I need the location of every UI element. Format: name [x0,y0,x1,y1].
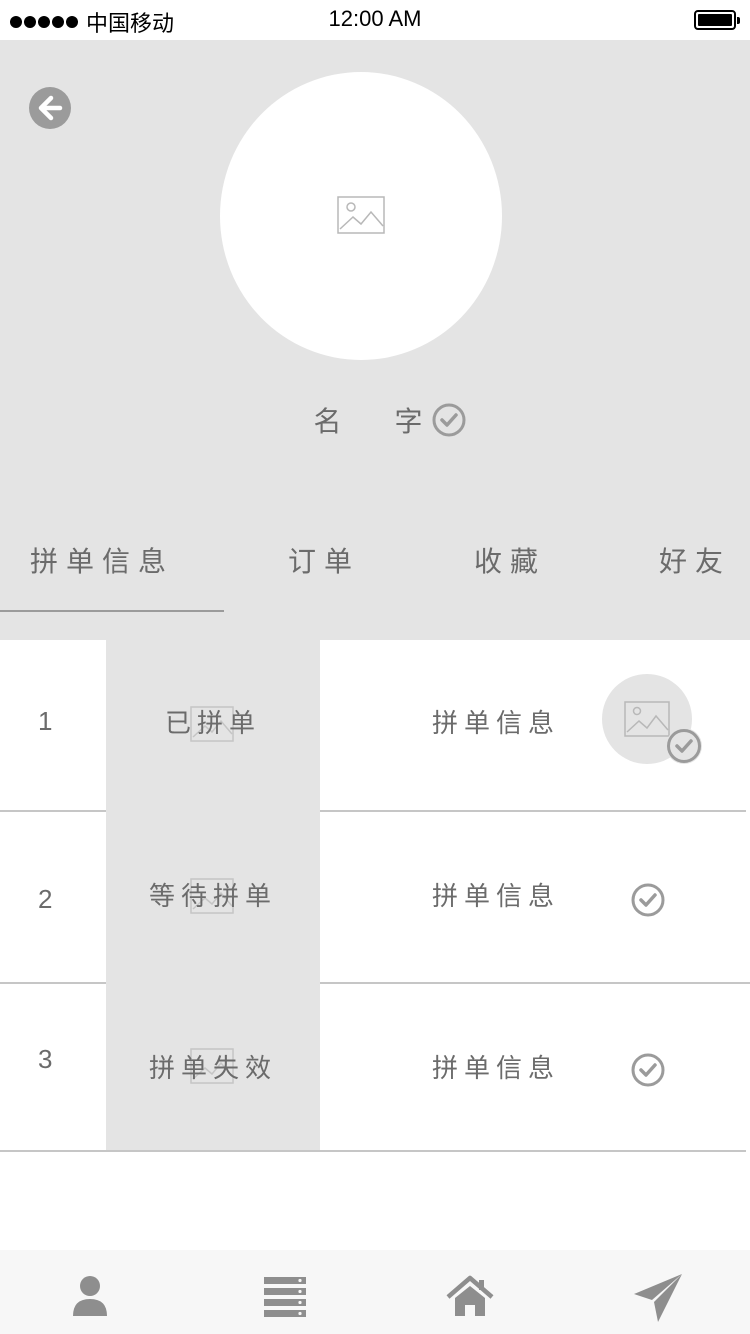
row-number: 2 [38,884,53,914]
check-circle-icon[interactable] [630,1052,666,1088]
user-name: 名 字 [313,405,445,438]
home-icon [446,1275,494,1316]
status-bar: 中国移动 12:00 AM [0,0,750,40]
user-icon [73,1276,107,1316]
check-circle-icon[interactable] [630,882,666,918]
name-row: 名 字 [0,400,750,440]
list-item[interactable]: 1 已拼单 拼单信息 [0,640,750,810]
row-number: 1 [38,706,53,736]
list-icon [264,1277,306,1317]
row-info: 拼单信息 [432,1054,561,1084]
group-buy-list: 1 已拼单 拼单信息 2 等待拼单 拼单信息 3 拼单失效 拼单信息 [0,640,750,1152]
divider [0,1150,746,1152]
back-arrow-icon [38,95,63,121]
tab-orders[interactable]: 订单 [288,540,360,584]
row-number: 3 [38,1044,53,1074]
tab-favorites[interactable]: 收藏 [474,540,546,584]
active-tab-indicator [0,610,224,612]
tab-friends[interactable]: 好友 [659,540,731,584]
back-button[interactable] [29,87,71,129]
row-info: 拼单信息 [432,709,561,739]
tabbar-list[interactable] [261,1272,309,1320]
list-item[interactable]: 2 等待拼单 拼单信息 [0,812,750,982]
tabbar-profile[interactable] [66,1272,114,1320]
profile-header: 名 字 拼单信息 订单 收藏 好友 [0,40,750,640]
bottom-tab-bar [0,1250,750,1334]
battery-icon [694,10,740,30]
tab-bar-top: 拼单信息 订单 收藏 好友 [0,540,750,612]
check-circle-icon [432,403,466,437]
avatar[interactable] [220,72,502,360]
row-status: 拼单失效 [148,1054,277,1084]
status-time: 12:00 AM [328,6,422,31]
tabbar-send[interactable] [632,1272,682,1322]
image-placeholder-icon [337,196,385,234]
image-placeholder-icon [624,701,670,737]
tabbar-home[interactable] [446,1272,494,1320]
row-info: 拼单信息 [432,882,561,912]
check-circle-icon[interactable] [666,728,702,764]
send-icon [634,1274,682,1322]
tab-group-buy-info[interactable]: 拼单信息 [30,540,174,584]
row-status: 等待拼单 [148,882,277,912]
row-status: 已拼单 [164,709,261,739]
list-item[interactable]: 3 拼单失效 拼单信息 [0,984,750,1150]
